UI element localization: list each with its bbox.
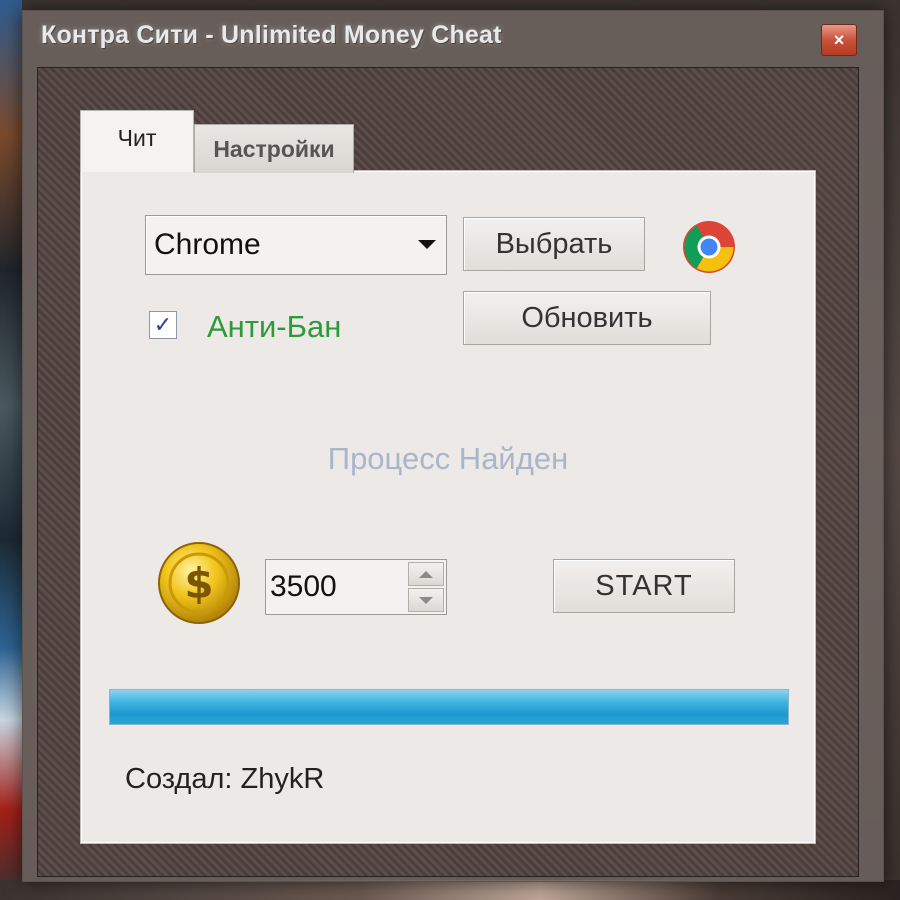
- start-button[interactable]: START: [553, 559, 735, 613]
- desktop-left-strip: [0, 0, 22, 900]
- taskbar-strip: [0, 880, 900, 900]
- cheat-window: Контра Сити - Unlimited Money Cheat × Чи…: [22, 10, 884, 882]
- tab-settings-label: Настройки: [213, 135, 335, 162]
- chevron-up-icon: [419, 570, 433, 578]
- close-button[interactable]: ×: [821, 24, 857, 56]
- window-title: Контра Сити - Unlimited Money Cheat: [41, 21, 502, 49]
- tab-cheat[interactable]: Чит: [80, 110, 194, 172]
- status-text: Процесс Найден: [327, 441, 569, 476]
- creator-credit: Создал: ZhykR: [125, 763, 325, 795]
- chevron-down-icon: [419, 596, 433, 604]
- select-button[interactable]: Выбрать: [463, 217, 645, 271]
- process-select-value: Chrome: [154, 228, 261, 261]
- chevron-down-icon: [418, 240, 436, 249]
- stepper-buttons: [408, 562, 444, 612]
- stepper-up-button[interactable]: [408, 562, 444, 586]
- process-select[interactable]: Chrome: [145, 215, 447, 275]
- svg-text:$: $: [184, 559, 213, 608]
- refresh-button-label: Обновить: [521, 301, 653, 334]
- money-amount-input[interactable]: [266, 560, 406, 614]
- cheat-panel: Chrome Выбрать ✓ Анти-Бан Обновить Проце…: [80, 170, 816, 844]
- money-amount-stepper[interactable]: [265, 559, 447, 615]
- progress-fill: [110, 690, 788, 724]
- client-area: Чит Настройки Chrome Выбрать ✓ Анти-Бан …: [37, 67, 859, 877]
- stepper-down-button[interactable]: [408, 588, 444, 612]
- refresh-button[interactable]: Обновить: [463, 291, 711, 345]
- select-button-label: Выбрать: [495, 227, 613, 260]
- anti-ban-checkbox[interactable]: ✓: [149, 311, 177, 339]
- coin-dollar-icon: $: [158, 542, 240, 624]
- anti-ban-label: Анти-Бан: [207, 309, 342, 344]
- start-button-label: START: [595, 569, 693, 602]
- tab-cheat-label: Чит: [117, 125, 157, 151]
- tab-settings[interactable]: Настройки: [194, 124, 354, 173]
- close-icon: ×: [833, 29, 845, 50]
- check-icon: ✓: [153, 312, 173, 337]
- title-bar[interactable]: Контра Сити - Unlimited Money Cheat ×: [23, 11, 883, 63]
- progress-bar: [109, 689, 789, 725]
- chrome-icon: [683, 221, 735, 273]
